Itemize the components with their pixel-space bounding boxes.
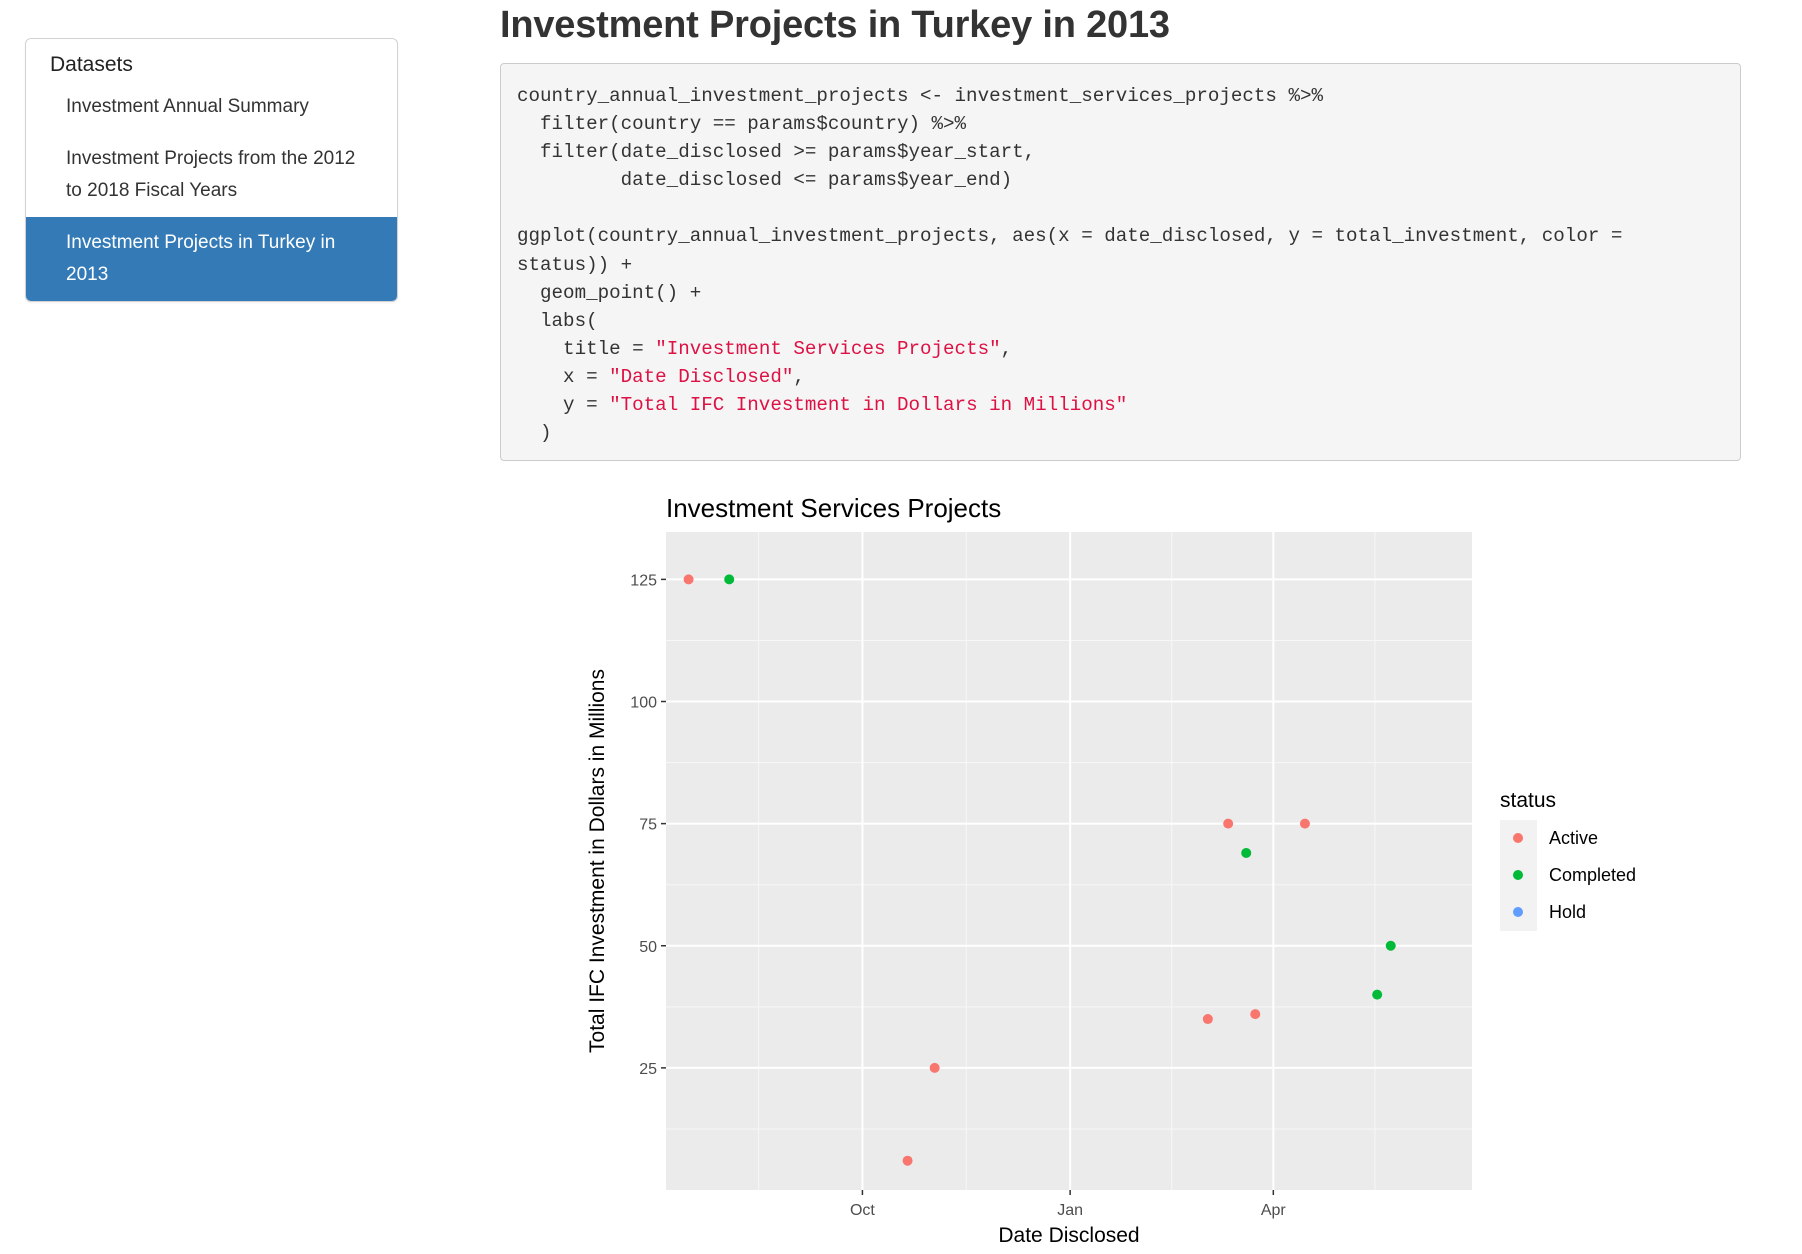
code-string: "Investment Services Projects" [655,337,1001,360]
code-line: date_disclosed <= params$year_end) [517,166,1724,194]
code-text: ) [517,422,552,445]
legend-key-hold [1513,907,1523,917]
code-text: country_annual_investment_projects <- in… [517,85,1324,107]
legend-label: Hold [1549,902,1586,922]
data-point-completed [1372,989,1383,1000]
data-point-active [1223,818,1234,829]
y-tick-label: 25 [639,1061,657,1078]
data-point-active [1250,1009,1261,1020]
datasets-sidebar: Datasets Investment Annual Summary Inves… [25,38,398,302]
code-line: y = "Total IFC Investment in Dollars in … [517,391,1724,419]
x-tick-label: Jan [1057,1202,1083,1219]
code-text: status)) + [517,253,633,276]
y-tick-label: 125 [630,572,657,589]
page-title: Investment Projects in Turkey in 2013 [500,4,1170,46]
code-text: , [1000,337,1013,360]
sidebar-item-investment-annual-summary[interactable]: Investment Annual Summary [26,89,397,133]
y-tick-label: 50 [639,939,657,956]
scatter-plot: Oct Jan Apr 25 50 75 100 125 Investment Services… [586,493,1636,1247]
code-string: "Total IFC Investment in Dollars in Mill… [609,394,1128,417]
y-axis-label: Total IFC Investment in Dollars in Milli… [586,669,609,1053]
code-line: country_annual_investment_projects <- in… [517,82,1724,110]
legend-label: Active [1549,828,1598,848]
y-tick-label: 75 [639,817,657,834]
x-tick-label: Oct [850,1202,875,1219]
code-line: x = "Date Disclosed", [517,363,1724,391]
legend-key-completed [1513,870,1523,880]
y-tick-label: 100 [630,695,657,712]
sidebar-item-investment-projects-turkey-2013[interactable]: Investment Projects in Turkey in 2013 [26,217,397,301]
code-block: country_annual_investment_projects <- in… [500,63,1741,461]
code-line: ggplot(country_annual_investment_project… [517,222,1724,250]
data-point-active [1299,818,1310,829]
data-point-active [929,1062,940,1073]
chart-title: Investment Services Projects [666,493,1001,523]
code-line: title = "Investment Services Projects", [517,335,1724,363]
code-text: x = [517,365,610,388]
legend-title: status [1500,789,1556,812]
data-point-active [902,1155,913,1166]
data-point-completed [1385,940,1396,951]
code-line: ) [517,419,1724,447]
code-text: , [793,365,805,388]
data-point-active [683,574,694,585]
code-line: filter(date_disclosed >= params$year_sta… [517,138,1724,166]
legend-key-active [1513,833,1523,843]
data-point-active [1202,1014,1213,1025]
code-text: labs( [517,309,598,332]
sidebar-header: Datasets [50,53,133,76]
x-axis-label: Date Disclosed [998,1224,1139,1247]
code-line: filter(country == params$country) %>% [517,110,1724,138]
data-point-completed [1241,847,1252,858]
x-tick-label: Apr [1261,1202,1287,1219]
sidebar-item-investment-projects-2012-2018[interactable]: Investment Projects from the 2012 to 201… [26,133,397,217]
legend-label: Completed [1549,865,1636,885]
code-line: status)) + [517,251,1724,279]
code-line: geom_point() + [517,279,1724,307]
code-text: geom_point() + [517,281,702,304]
code-text: filter(country == params$country) %>% [517,113,967,136]
data-point-completed [724,574,735,585]
code-text: y = [517,394,610,417]
code-text: date_disclosed <= params$year_end) [517,169,1013,192]
code-text: filter(date_disclosed >= params$year_sta… [517,141,1036,164]
plot-panel [666,532,1472,1190]
code-line: labs( [517,307,1724,335]
code-text: ggplot(country_annual_investment_project… [517,225,1623,248]
code-string: "Date Disclosed" [609,365,794,388]
code-text: title = [517,337,656,360]
